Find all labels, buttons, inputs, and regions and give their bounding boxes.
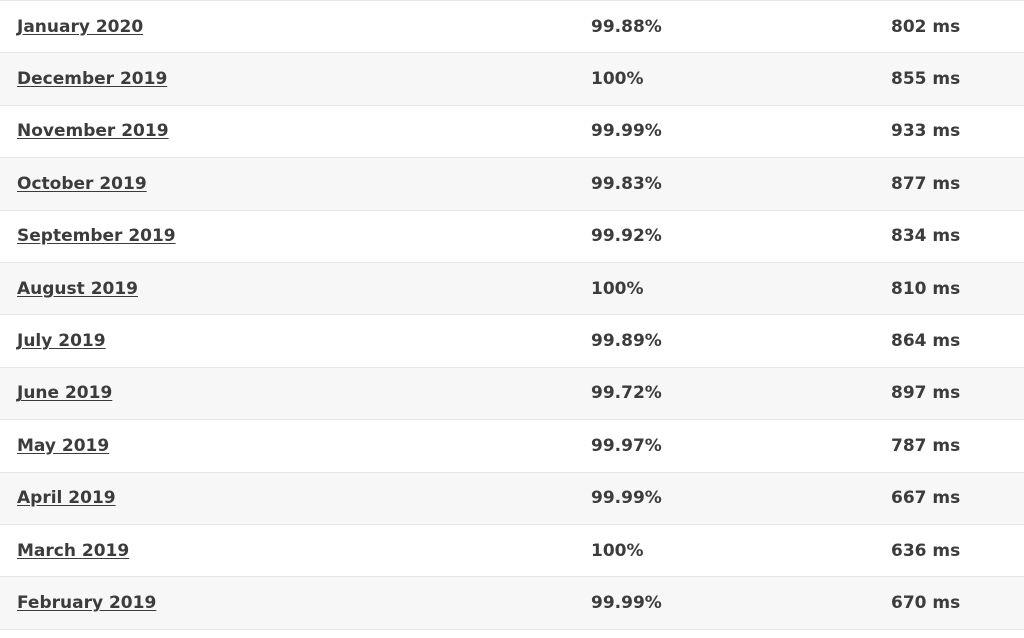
response-time-cell: 933 ms [891, 121, 961, 142]
month-cell: December 2019 [0, 53, 591, 105]
table-row: December 2019 100% 855 ms [0, 52, 1024, 106]
response-time-cell: 670 ms [891, 592, 961, 613]
response-time-cell: 834 ms [891, 226, 961, 247]
table-row: October 2019 99.83% 877 ms [0, 157, 1024, 211]
uptime-stats-table: January 2020 99.88% 802 ms December 2019… [0, 0, 1024, 630]
month-cell: June 2019 [0, 367, 591, 419]
response-time-cell: 877 ms [891, 173, 961, 194]
month-link[interactable]: June 2019 [17, 383, 112, 403]
month-cell: October 2019 [0, 158, 591, 210]
month-link[interactable]: September 2019 [17, 226, 176, 246]
table-row: September 2019 99.92% 834 ms [0, 210, 1024, 263]
month-cell: July 2019 [0, 315, 591, 367]
table-row: May 2019 99.97% 787 ms [0, 419, 1024, 473]
month-link[interactable]: August 2019 [17, 279, 138, 299]
month-link[interactable]: January 2020 [17, 17, 143, 37]
month-cell: May 2019 [0, 420, 591, 472]
uptime-cell: 99.99% [591, 121, 662, 142]
month-link[interactable]: March 2019 [17, 541, 129, 561]
table-row: February 2019 99.99% 670 ms [0, 576, 1024, 630]
uptime-cell: 100% [591, 278, 644, 299]
month-cell: September 2019 [0, 210, 591, 262]
table-row: July 2019 99.89% 864 ms [0, 314, 1024, 368]
response-time-cell: 667 ms [891, 488, 961, 509]
month-cell: November 2019 [0, 105, 591, 157]
response-time-cell: 855 ms [891, 69, 961, 90]
uptime-cell: 100% [591, 69, 644, 90]
uptime-cell: 99.92% [591, 226, 662, 247]
month-cell: August 2019 [0, 262, 591, 314]
table-row: January 2020 99.88% 802 ms [0, 0, 1024, 53]
table-row: March 2019 100% 636 ms [0, 524, 1024, 577]
response-time-cell: 802 ms [891, 16, 961, 37]
uptime-cell: 99.97% [591, 435, 662, 456]
uptime-cell: 100% [591, 540, 644, 561]
uptime-cell: 99.89% [591, 331, 662, 352]
uptime-cell: 99.72% [591, 383, 662, 404]
uptime-cell: 99.99% [591, 488, 662, 509]
month-link[interactable]: November 2019 [17, 121, 169, 141]
table-body: January 2020 99.88% 802 ms December 2019… [0, 0, 1024, 630]
response-time-cell: 864 ms [891, 331, 961, 352]
uptime-cell: 99.88% [591, 16, 662, 37]
month-link[interactable]: February 2019 [17, 593, 156, 613]
response-time-cell: 787 ms [891, 435, 961, 456]
table-row: April 2019 99.99% 667 ms [0, 472, 1024, 525]
month-link[interactable]: April 2019 [17, 488, 116, 508]
response-time-cell: 636 ms [891, 540, 961, 561]
month-link[interactable]: July 2019 [17, 331, 106, 351]
month-cell: April 2019 [0, 472, 591, 524]
month-cell: February 2019 [0, 577, 591, 629]
response-time-cell: 810 ms [891, 278, 961, 299]
table-row: November 2019 99.99% 933 ms [0, 105, 1024, 158]
month-link[interactable]: October 2019 [17, 174, 147, 194]
uptime-cell: 99.99% [591, 592, 662, 613]
month-cell: March 2019 [0, 524, 591, 576]
month-link[interactable]: December 2019 [17, 69, 167, 89]
month-cell: January 2020 [0, 1, 591, 53]
response-time-cell: 897 ms [891, 383, 961, 404]
month-link[interactable]: May 2019 [17, 436, 109, 456]
uptime-cell: 99.83% [591, 173, 662, 194]
table-row: June 2019 99.72% 897 ms [0, 367, 1024, 420]
table-row: August 2019 100% 810 ms [0, 262, 1024, 315]
